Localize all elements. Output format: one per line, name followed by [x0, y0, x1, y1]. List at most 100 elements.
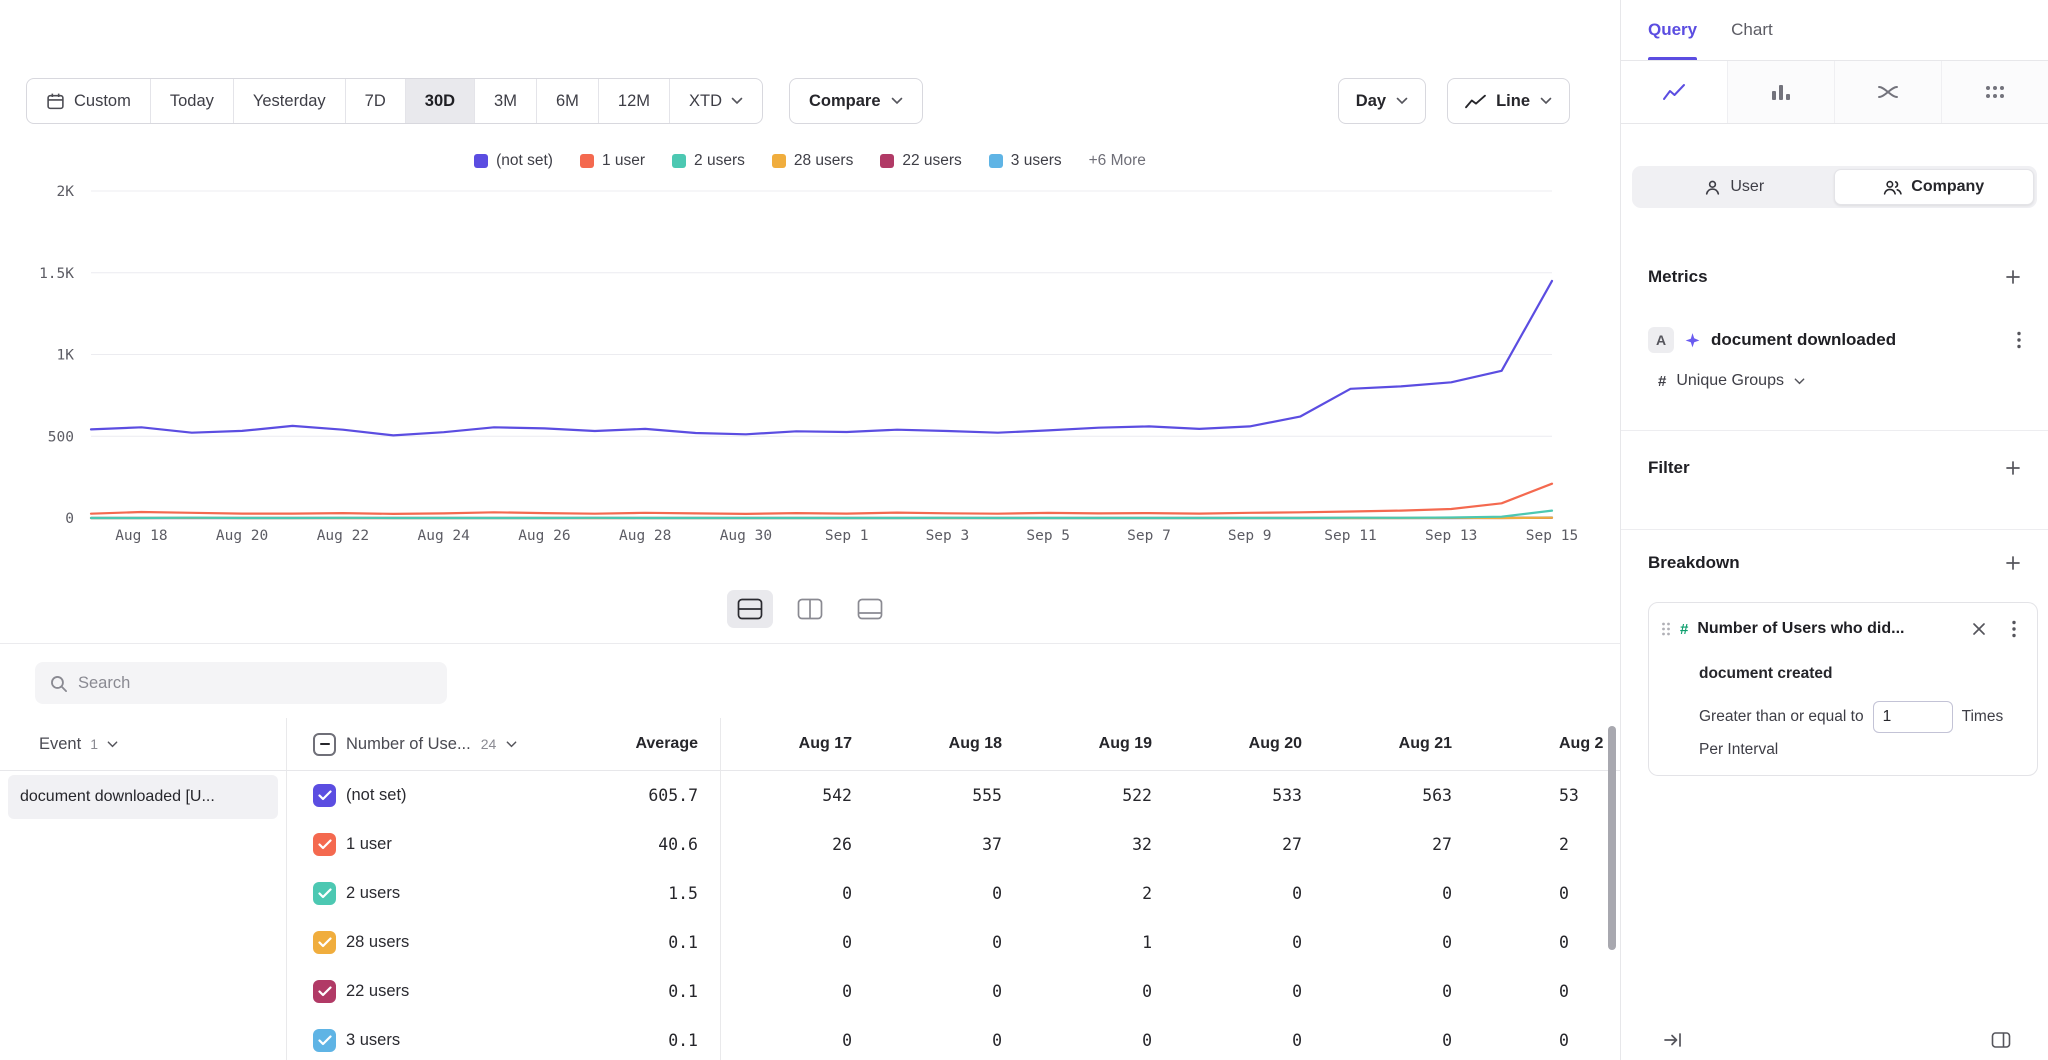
row-checkbox[interactable]: [313, 882, 336, 905]
sidebar-footer: [1621, 1020, 2048, 1060]
row-checkbox[interactable]: [313, 931, 336, 954]
chevron-down-icon: [1396, 97, 1408, 105]
average-cell: 1.5: [549, 869, 721, 918]
legend-swatch: [474, 154, 488, 168]
metric-item[interactable]: A document downloaded: [1648, 320, 2032, 360]
svg-text:Sep 9: Sep 9: [1228, 528, 1272, 544]
value-cell: 27: [1321, 820, 1471, 869]
user-toggle-label: User: [1730, 178, 1764, 196]
collapse-panel-button[interactable]: [1660, 1027, 1686, 1053]
chart-type-grid-icon: [1983, 80, 2007, 104]
legend-swatch: [989, 154, 1003, 168]
times-value-input[interactable]: [1873, 701, 1953, 733]
breakdown-hash-icon: #: [1680, 621, 1688, 638]
aggregation-selector[interactable]: # Unique Groups: [1658, 364, 2032, 398]
group-column-header[interactable]: Number of Use... 24: [287, 718, 549, 770]
average-cell: 0.1: [549, 1016, 721, 1060]
add-metric-button[interactable]: [1999, 263, 2027, 291]
row-label: (not set): [346, 786, 407, 805]
range-button-today[interactable]: Today: [150, 79, 233, 123]
breakdown-interval-label[interactable]: Per Interval: [1699, 739, 2027, 761]
svg-text:Sep 7: Sep 7: [1127, 528, 1171, 544]
group-cell[interactable]: 28 users: [287, 918, 549, 967]
svg-text:Aug 18: Aug 18: [115, 528, 167, 544]
scrollbar[interactable]: [1608, 726, 1616, 950]
company-toggle-button[interactable]: Company: [1834, 169, 2035, 205]
chart-style-button[interactable]: Line: [1447, 78, 1570, 124]
chart-type-grid-button[interactable]: [1941, 61, 2048, 123]
legend-item[interactable]: (not set): [474, 152, 553, 170]
chart-table-divider: [0, 643, 1620, 644]
date-column-header[interactable]: Aug 18: [871, 718, 1021, 770]
group-cell[interactable]: (not set): [287, 771, 549, 820]
tab-chart[interactable]: Chart: [1731, 0, 1773, 60]
range-button-30d[interactable]: 30D: [405, 79, 474, 123]
legend-item[interactable]: 1 user: [580, 152, 645, 170]
range-button-6m[interactable]: 6M: [536, 79, 598, 123]
layout-horizontal-split-icon: [737, 598, 763, 620]
search-input[interactable]: [78, 674, 433, 693]
clipped-column-header[interactable]: Aug 2: [1471, 718, 1620, 770]
add-breakdown-button[interactable]: [1999, 549, 2027, 577]
svg-text:Aug 28: Aug 28: [619, 528, 671, 544]
svg-text:Aug 22: Aug 22: [317, 528, 369, 544]
range-button-yesterday[interactable]: Yesterday: [233, 79, 345, 123]
range-button-3m[interactable]: 3M: [474, 79, 536, 123]
date-column-header[interactable]: Aug 17: [721, 718, 871, 770]
row-checkbox[interactable]: [313, 784, 336, 807]
breakdown-condition-label[interactable]: Greater than or equal to: [1699, 708, 1864, 726]
tab-query[interactable]: Query: [1648, 0, 1697, 60]
row-checkbox[interactable]: [313, 833, 336, 856]
query-sidebar: Query Chart User: [1620, 0, 2048, 1060]
event-column-header[interactable]: Event 1: [0, 718, 287, 770]
chart-type-flow-button[interactable]: [1834, 61, 1941, 123]
group-cell[interactable]: 22 users: [287, 967, 549, 1016]
row-checkbox[interactable]: [313, 980, 336, 1003]
legend-item[interactable]: 3 users: [989, 152, 1062, 170]
remove-breakdown-button[interactable]: [1966, 616, 1992, 642]
search-icon: [49, 674, 68, 693]
legend-swatch: [672, 154, 686, 168]
layout-vertical-split-button[interactable]: [787, 590, 833, 628]
row-checkbox[interactable]: [313, 1029, 336, 1052]
line-chart[interactable]: 05001K1.5K2KAug 18Aug 20Aug 22Aug 24Aug …: [0, 184, 1620, 564]
metrics-title: Metrics: [1648, 267, 1708, 287]
event-cell: [0, 967, 287, 1016]
select-all-checkbox[interactable]: [313, 733, 336, 756]
date-column-header[interactable]: Aug 20: [1171, 718, 1321, 770]
legend-item[interactable]: 28 users: [772, 152, 853, 170]
drag-handle-icon[interactable]: [1661, 621, 1671, 637]
compare-button[interactable]: Compare: [789, 78, 923, 124]
chart-type-bar-button[interactable]: [1727, 61, 1834, 123]
range-button-xtd[interactable]: XTD: [669, 79, 762, 123]
legend-item[interactable]: 2 users: [672, 152, 745, 170]
value-cell: 542: [721, 771, 871, 820]
metric-menu-button[interactable]: [2006, 327, 2032, 353]
layout-bottom-panel-button[interactable]: [847, 590, 893, 628]
user-toggle-button[interactable]: User: [1635, 169, 1834, 205]
event-cell: document downloaded [U...: [0, 771, 287, 820]
company-icon: [1883, 179, 1902, 196]
granularity-button[interactable]: Day: [1338, 78, 1426, 124]
group-cell[interactable]: 1 user: [287, 820, 549, 869]
breakdown-event-name[interactable]: document created: [1699, 663, 2027, 685]
metric-letter-badge: A: [1648, 327, 1674, 353]
average-column-header[interactable]: Average: [549, 718, 721, 770]
group-cell[interactable]: 2 users: [287, 869, 549, 918]
value-cell-clipped: 53: [1471, 771, 1620, 820]
legend-more[interactable]: +6 More: [1089, 152, 1146, 170]
custom-range-button[interactable]: Custom: [27, 79, 150, 123]
breakdown-menu-button[interactable]: [2001, 616, 2027, 642]
date-column-header[interactable]: Aug 21: [1321, 718, 1471, 770]
range-button-7d[interactable]: 7D: [345, 79, 405, 123]
panel-toggle-button[interactable]: [1988, 1027, 2014, 1053]
range-button-12m[interactable]: 12M: [598, 79, 669, 123]
chart-type-line-button[interactable]: [1621, 61, 1727, 123]
date-column-header[interactable]: Aug 19: [1021, 718, 1171, 770]
event-list-item[interactable]: document downloaded [U...: [8, 775, 278, 819]
legend-item[interactable]: 22 users: [880, 152, 961, 170]
add-filter-button[interactable]: [1999, 454, 2027, 482]
value-cell-clipped: 0: [1471, 869, 1620, 918]
layout-horizontal-split-button[interactable]: [727, 590, 773, 628]
group-cell[interactable]: 3 users: [287, 1016, 549, 1060]
